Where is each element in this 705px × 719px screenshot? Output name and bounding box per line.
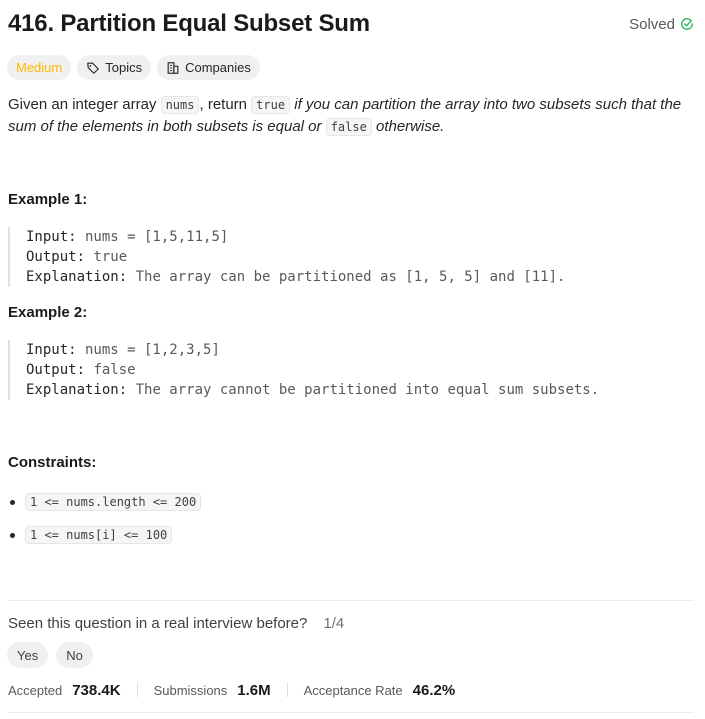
bullet-icon — [10, 499, 15, 505]
output-label: Output: — [26, 362, 86, 378]
accepted-label: Accepted — [8, 682, 63, 698]
bullet-icon — [10, 532, 15, 538]
code-true: true — [251, 96, 291, 114]
stat-acceptance-rate: Acceptance Rate 46.2% — [304, 682, 456, 699]
interview-answer-buttons: Yes No — [7, 642, 93, 668]
stat-separator — [286, 683, 288, 697]
companies-button[interactable]: Companies — [157, 55, 260, 80]
code-nums: nums — [160, 96, 200, 114]
topics-label: Topics — [105, 60, 143, 75]
example-2-input: Input: nums = [1,2,3,5] — [26, 340, 698, 360]
accepted-value: 738.4K — [72, 681, 121, 699]
list-item: 1 <= nums[i] <= 100 — [10, 525, 201, 545]
example-2-output: Output: false — [26, 360, 698, 380]
solved-status: Solved — [629, 16, 694, 33]
input-label: Input: — [26, 229, 77, 245]
example-2-heading: Example 2: — [8, 304, 88, 321]
solved-label: Solved — [629, 15, 675, 33]
example-1-input: Input: nums = [1,5,11,5] — [26, 227, 698, 247]
tag-row: Medium Topics Companies — [7, 55, 260, 80]
example-2-block: Input: nums = [1,2,3,5] Output: false Ex… — [8, 340, 698, 400]
input-value: nums = [1,2,3,5] — [76, 342, 220, 358]
interview-question-text: Seen this question in a real interview b… — [8, 615, 308, 632]
example-1-heading: Example 1: — [8, 191, 88, 208]
difficulty-badge: Medium — [7, 55, 72, 80]
acceptance-rate-label: Acceptance Rate — [303, 682, 403, 698]
problem-title[interactable]: 416. Partition Equal Subset Sum — [8, 10, 370, 38]
no-button[interactable]: No — [56, 642, 93, 668]
example-2-explanation: Explanation: The array cannot be partiti… — [26, 380, 698, 400]
example-1-block: Input: nums = [1,5,11,5] Output: true Ex… — [8, 227, 698, 287]
stats-row: Accepted 738.4K Submissions 1.6M Accepta… — [8, 680, 455, 700]
explanation-value: The array cannot be partitioned into equ… — [127, 382, 600, 398]
desc-text-2: , return — [199, 96, 252, 113]
stat-submissions: Submissions 1.6M — [154, 682, 271, 699]
stat-separator — [136, 683, 138, 697]
building-icon — [167, 61, 179, 74]
example-1-output: Output: true — [26, 247, 698, 267]
constraint-text: 1 <= nums[i] <= 100 — [25, 526, 173, 544]
desc-text-1: Given an integer array — [8, 96, 161, 113]
check-circle-icon — [681, 18, 693, 30]
input-value: nums = [1,5,11,5] — [76, 229, 229, 245]
tag-icon — [87, 62, 100, 74]
divider — [8, 712, 694, 713]
interview-count: 1/4 — [323, 615, 345, 632]
title-row: 416. Partition Equal Subset Sum Solved — [8, 8, 694, 40]
constraint-text: 1 <= nums.length <= 200 — [25, 493, 202, 511]
explanation-value: The array can be partitioned as [1, 5, 5… — [127, 269, 566, 285]
example-1-explanation: Explanation: The array can be partitione… — [26, 267, 698, 287]
input-label: Input: — [26, 342, 77, 358]
companies-label: Companies — [185, 60, 251, 75]
interview-question: Seen this question in a real interview b… — [8, 615, 344, 632]
stat-accepted: Accepted 738.4K — [8, 682, 121, 699]
topics-button[interactable]: Topics — [77, 55, 152, 80]
explanation-label: Explanation: — [26, 382, 128, 398]
explanation-label: Explanation: — [26, 269, 128, 285]
yes-button[interactable]: Yes — [7, 642, 49, 668]
desc-text-4: otherwise. — [371, 118, 445, 135]
output-label: Output: — [26, 249, 86, 265]
output-value: false — [85, 362, 136, 378]
submissions-label: Submissions — [153, 682, 228, 698]
constraints-list: 1 <= nums.length <= 200 1 <= nums[i] <= … — [10, 492, 202, 558]
list-item: 1 <= nums.length <= 200 — [10, 492, 202, 512]
acceptance-rate-value: 46.2% — [412, 681, 456, 699]
problem-description: Given an integer array nums, return true… — [8, 94, 698, 138]
code-false: false — [325, 118, 372, 136]
divider — [8, 600, 694, 601]
output-value: true — [85, 249, 128, 265]
submissions-value: 1.6M — [237, 681, 271, 699]
constraints-heading: Constraints: — [8, 454, 97, 471]
